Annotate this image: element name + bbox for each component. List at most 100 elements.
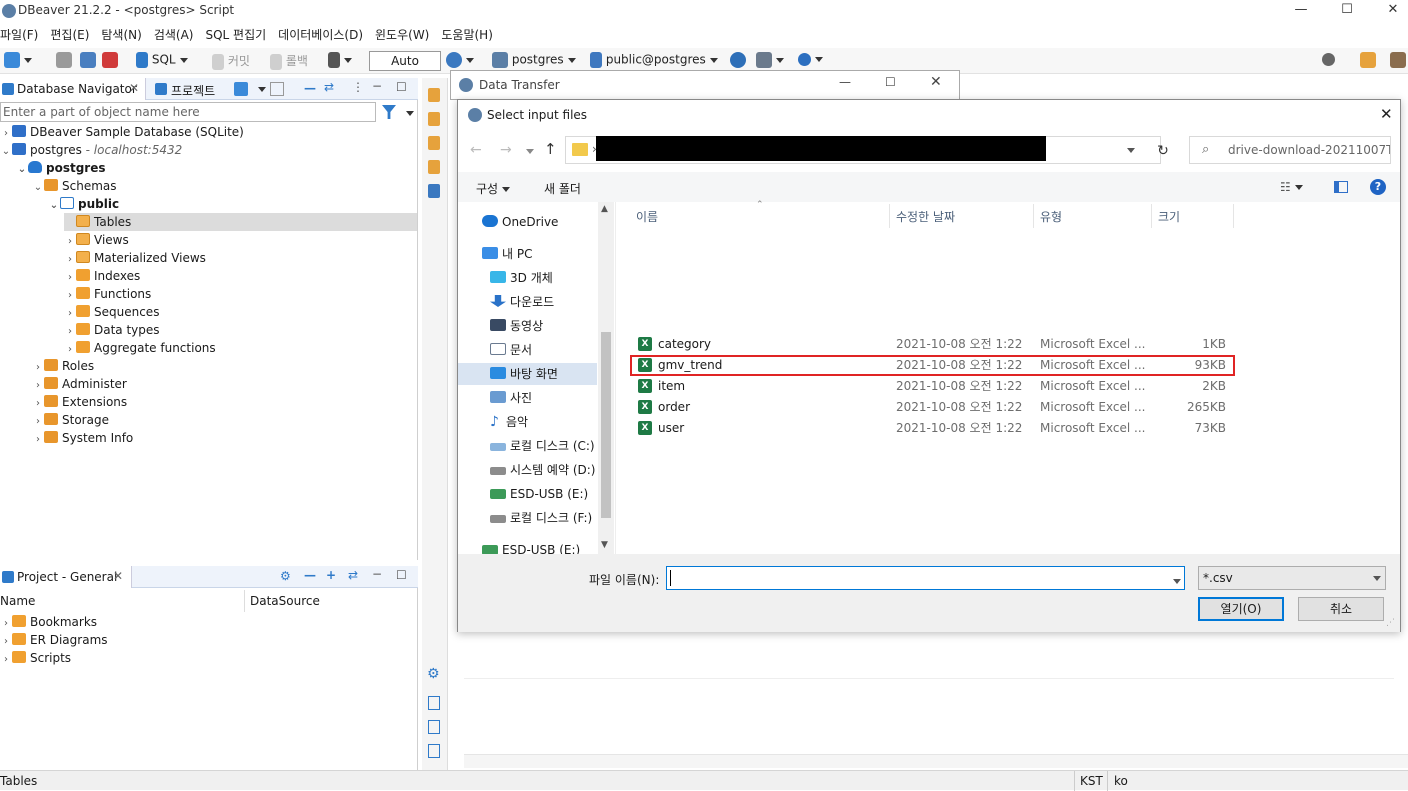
help-icon[interactable]: ? — [1370, 179, 1386, 195]
recent-dropdown-icon[interactable] — [522, 144, 534, 158]
active-connection-selector[interactable]: postgres — [492, 52, 576, 68]
tab-close-icon[interactable]: ✕ — [113, 569, 123, 583]
view-options-icon[interactable]: ☷ — [1280, 180, 1303, 194]
menu-search[interactable]: 검색(A) — [154, 26, 194, 43]
nav-videos[interactable]: 동영상 — [490, 315, 543, 337]
preview-pane-icon[interactable] — [1334, 181, 1348, 193]
back-arrow-icon[interactable]: ← — [470, 142, 482, 158]
column-header-type[interactable]: 유형 — [1040, 208, 1062, 225]
tree-item-extensions[interactable]: › Extensions — [32, 393, 127, 411]
menu-sql-editor[interactable]: SQL 편집기 — [205, 26, 266, 43]
link-editor-icon[interactable]: ⇄ — [348, 568, 358, 582]
sql-editor-button[interactable]: SQL — [136, 52, 188, 68]
format-sql-icon[interactable] — [428, 184, 440, 198]
tree-item-bookmarks[interactable]: › Bookmarks — [0, 613, 97, 631]
tree-item-schemas[interactable]: ⌄ Schemas — [32, 177, 117, 195]
column-header-name[interactable]: Name — [0, 594, 35, 608]
gear-icon[interactable]: ⚙ — [427, 666, 440, 682]
tree-item-views[interactable]: › Views — [64, 231, 129, 249]
tree-item-postgres-db[interactable]: ⌄ postgres — [16, 159, 106, 177]
menu-database[interactable]: 데이터베이스(D) — [278, 26, 363, 43]
filter-icon[interactable] — [382, 105, 396, 119]
file-row-order[interactable]: X order 2021-10-08 오전 1:22 Microsoft Exc… — [630, 397, 1235, 418]
tab-close-icon[interactable]: ✕ — [129, 81, 139, 95]
cancel-button[interactable]: 취소 — [1298, 597, 1384, 621]
navigator-filter-input[interactable]: Enter a part of object name here — [0, 102, 376, 122]
minimize-view-icon[interactable]: − — [372, 567, 382, 581]
tasks-button[interactable] — [756, 52, 784, 68]
tree-item-public[interactable]: ⌄ public — [48, 195, 119, 213]
active-schema-selector[interactable]: public@postgres — [590, 52, 718, 68]
link-editor-icon[interactable]: ⇄ — [324, 80, 334, 94]
execute-statement-icon[interactable] — [428, 88, 440, 102]
history-button[interactable] — [446, 52, 474, 68]
column-header-name[interactable]: 이름 — [636, 208, 658, 225]
import-icon[interactable] — [428, 720, 440, 734]
new-folder-icon[interactable] — [270, 82, 284, 96]
filename-dropdown-icon[interactable] — [1169, 574, 1181, 588]
tree-item-roles[interactable]: › Roles — [32, 357, 94, 375]
resize-grip-icon[interactable]: ⋰ — [1386, 618, 1395, 628]
tree-item-data-types[interactable]: › Data types — [64, 321, 160, 339]
commit-button[interactable]: 커밋 — [212, 52, 250, 70]
maximize-button[interactable]: ☐ — [1324, 0, 1370, 22]
disconnect-icon[interactable] — [56, 52, 72, 68]
dialog-close-button[interactable]: ✕ — [1380, 105, 1393, 123]
new-folder-button[interactable]: 새 폴더 — [544, 180, 581, 197]
navigation-scroll-thumb[interactable] — [601, 332, 611, 518]
file-row-user[interactable]: X user 2021-10-08 오전 1:22 Microsoft Exce… — [630, 418, 1235, 439]
export-icon[interactable] — [428, 696, 440, 710]
forward-arrow-icon[interactable]: → — [500, 142, 512, 158]
new-connection-button[interactable] — [4, 52, 32, 68]
address-dropdown-icon[interactable] — [1123, 143, 1135, 157]
maximize-view-icon[interactable]: ☐ — [396, 80, 407, 94]
file-row-item[interactable]: X item 2021-10-08 오전 1:22 Microsoft Exce… — [630, 376, 1235, 397]
nav-local-disk-c[interactable]: 로컬 디스크 (C:) — [490, 435, 595, 457]
nav-3d-objects[interactable]: 3D 개체 — [490, 267, 553, 289]
menu-help[interactable]: 도움말(H) — [441, 26, 493, 43]
close-button[interactable]: ✕ — [930, 74, 942, 90]
execute-new-tab-icon[interactable] — [428, 112, 440, 126]
refresh-icon[interactable]: ↻ — [1152, 140, 1174, 162]
column-header-datasource[interactable]: DataSource — [250, 594, 320, 608]
disconnect-all-icon[interactable] — [102, 52, 118, 68]
nav-desktop[interactable]: 바탕 화면 — [458, 363, 597, 385]
menu-window[interactable]: 윈도우(W) — [375, 26, 429, 43]
close-button[interactable]: ✕ — [1370, 0, 1408, 22]
nav-esd-usb-e[interactable]: ESD-USB (E:) — [490, 483, 588, 505]
column-header-size[interactable]: 크기 — [1158, 208, 1180, 225]
explain-plan-icon[interactable] — [428, 160, 440, 174]
nav-onedrive[interactable]: OneDrive — [482, 211, 558, 233]
organize-button[interactable]: 구성 — [476, 180, 511, 197]
scroll-down-icon[interactable]: ▼ — [601, 540, 608, 550]
open-perspective-icon[interactable] — [1360, 52, 1376, 68]
tree-item-functions[interactable]: › Functions — [64, 285, 151, 303]
up-arrow-icon[interactable]: ↑ — [544, 140, 557, 158]
tree-item-sequences[interactable]: › Sequences — [64, 303, 159, 321]
execute-script-icon[interactable] — [428, 136, 440, 150]
nav-local-disk-f[interactable]: 로컬 디스크 (F:) — [490, 507, 592, 529]
new-connection-icon[interactable] — [234, 82, 248, 96]
dashboard-button[interactable] — [730, 52, 746, 68]
chevron-down-icon[interactable] — [254, 82, 266, 96]
column-header-date[interactable]: 수정한 날짜 — [896, 208, 955, 225]
tree-item-postgres-connection[interactable]: ⌄ postgres - localhost:5432 — [0, 141, 182, 159]
filter-dropdown-icon[interactable] — [402, 106, 414, 120]
rollback-button[interactable]: 롤백 — [270, 52, 308, 70]
nav-documents[interactable]: 문서 — [490, 339, 532, 361]
tree-item-tables[interactable]: Tables — [64, 213, 417, 231]
nav-music[interactable]: ♪ 음악 — [490, 411, 528, 433]
collapse-all-icon[interactable]: — — [304, 568, 316, 582]
nav-system-reserved-d[interactable]: 시스템 예약 (D:) — [490, 459, 595, 481]
view-menu-icon[interactable]: ⋮ — [352, 80, 364, 94]
gear-icon[interactable]: ⚙ — [280, 569, 291, 583]
transaction-mode-field[interactable]: Auto — [369, 51, 441, 71]
tree-item-aggregate-functions[interactable]: › Aggregate functions — [64, 339, 216, 357]
nav-pictures[interactable]: 사진 — [490, 387, 532, 409]
global-search-icon[interactable] — [1322, 52, 1335, 66]
menu-file[interactable]: 파일(F) — [0, 26, 38, 43]
search-toolbar-button[interactable] — [798, 52, 823, 66]
tree-item-storage[interactable]: › Storage — [32, 411, 109, 429]
tree-item-sample-db[interactable]: › DBeaver Sample Database (SQLite) — [0, 123, 244, 141]
search-input[interactable]: drive-download-20211007T... — [1189, 136, 1391, 164]
